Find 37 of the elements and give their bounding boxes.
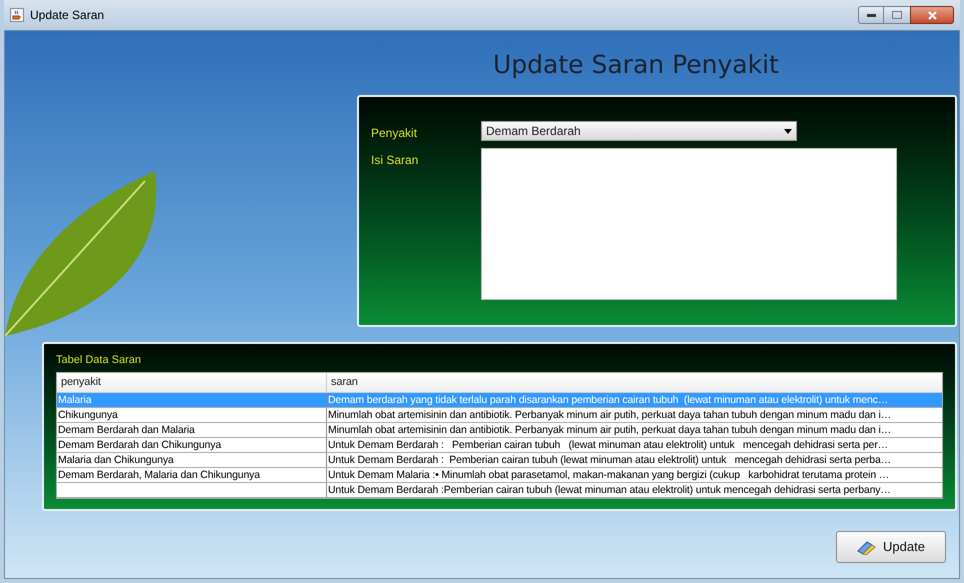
table-row[interactable]: Untuk Demam Berdarah :Pemberian cairan tubuh (lewat minuman atau elektrolit) untuk mencegah dehidrasi serta perbany… [57, 483, 942, 498]
close-button[interactable] [910, 6, 954, 24]
caret-icon [784, 128, 792, 134]
table-cell-text: Untuk Demam Berdarah :Pemberian cairan tubuh (lewat minuman atau elektrolit) untuk mencegah dehidrasi serta perbany… [327, 483, 892, 497]
table-cell: Chikungunya [57, 408, 327, 422]
table-row[interactable]: Demam Berdarah dan Chikungunya Untuk Demam Berdarah : Pemberian cairan tubuh (lewat minuman atau elektrolit) untuk mencegah dehidrasi serta per… [57, 438, 942, 453]
close-icon [928, 10, 936, 20]
column-header[interactable]: penyakit [57, 373, 327, 392]
page-heading: Update Saran Penyakit [493, 49, 780, 81]
table-cell-text: Minumlah obat artemisinin dan antibiotik. Perbanyak minum air putih, perkuat daya tahan tubuh dengan minum madu dan i… [327, 423, 892, 437]
cup-icon [10, 8, 24, 22]
field-label: Penyakit [371, 125, 418, 142]
table-cell: Malaria [57, 393, 327, 407]
table-cell-text: Demam berdarah yang tidak terlalu parah disarankan pemberian cairan tubuh (lewat minuman atau elektrolit) untuk menc… [327, 393, 890, 407]
field-label: Isi Saran [371, 152, 420, 169]
disease-dropdown[interactable]: Demam Berdarah [481, 121, 797, 141]
minimize-button[interactable] [858, 6, 884, 24]
table-cell-text: Minumlah obat artemisinin dan antibiotik. Perbanyak minum air putih, perkuat daya tahan tubuh dengan minum madu dan i… [327, 408, 892, 422]
table-row[interactable]: Chikungunya Minumlah obat artemisinin dan antibiotik. Perbanyak minum air putih, perkuat daya tahan tubuh dengan minum madu dan i… [57, 408, 942, 423]
table-title: Tabel Data Saran [56, 353, 142, 368]
table-cell: Demam Berdarah dan Chikungunya [57, 438, 327, 452]
maximize-icon [892, 11, 902, 19]
table-cell-text: Untuk Demam Malaria :• Minumlah obat parasetamol, makan-makanan yang bergizi (cukup karbohidrat terutama protein … [327, 468, 890, 482]
minimize-icon [866, 14, 876, 16]
table-cell: Demam Berdarah dan Malaria [57, 423, 327, 437]
table-cell-text: Untuk Demam Berdarah : Pemberian cairan tubuh (lewat minuman atau elektrolit) untuk mencegah dehidrasi serta perba… [327, 453, 892, 467]
maximize-button[interactable] [884, 6, 910, 24]
update-button[interactable]: Update [836, 531, 946, 563]
window-title: Update Saran [30, 7, 104, 24]
table-cell: Malaria dan Chikungunya [57, 453, 327, 467]
table-cell-text: Untuk Demam Berdarah : Pemberian cairan tubuh (lewat minuman atau elektrolit) untuk mencegah dehidrasi serta per… [327, 438, 889, 452]
table-row[interactable]: Malaria dan Chikungunya Untuk Demam Berdarah : Pemberian cairan tubuh (lewat minuman atau elektrolit) untuk mencegah dehidrasi serta perba… [57, 453, 942, 468]
table-row[interactable]: Demam Berdarah, Malaria dan Chikungunya Untuk Demam Malaria :• Minumlah obat parasetamol, makan-makanan yang bergizi (cukup karbohidrat terutama protein … [57, 468, 942, 483]
pencil-icon [857, 539, 878, 555]
column-header[interactable]: saran [327, 373, 942, 392]
table-row[interactable]: Demam Berdarah dan Malaria Minumlah obat artemisinin dan antibiotik. Perbanyak minum air putih, perkuat daya tahan tubuh dengan minum madu dan i… [57, 423, 942, 438]
table-cell: Demam Berdarah, Malaria dan Chikungunya [57, 468, 327, 482]
